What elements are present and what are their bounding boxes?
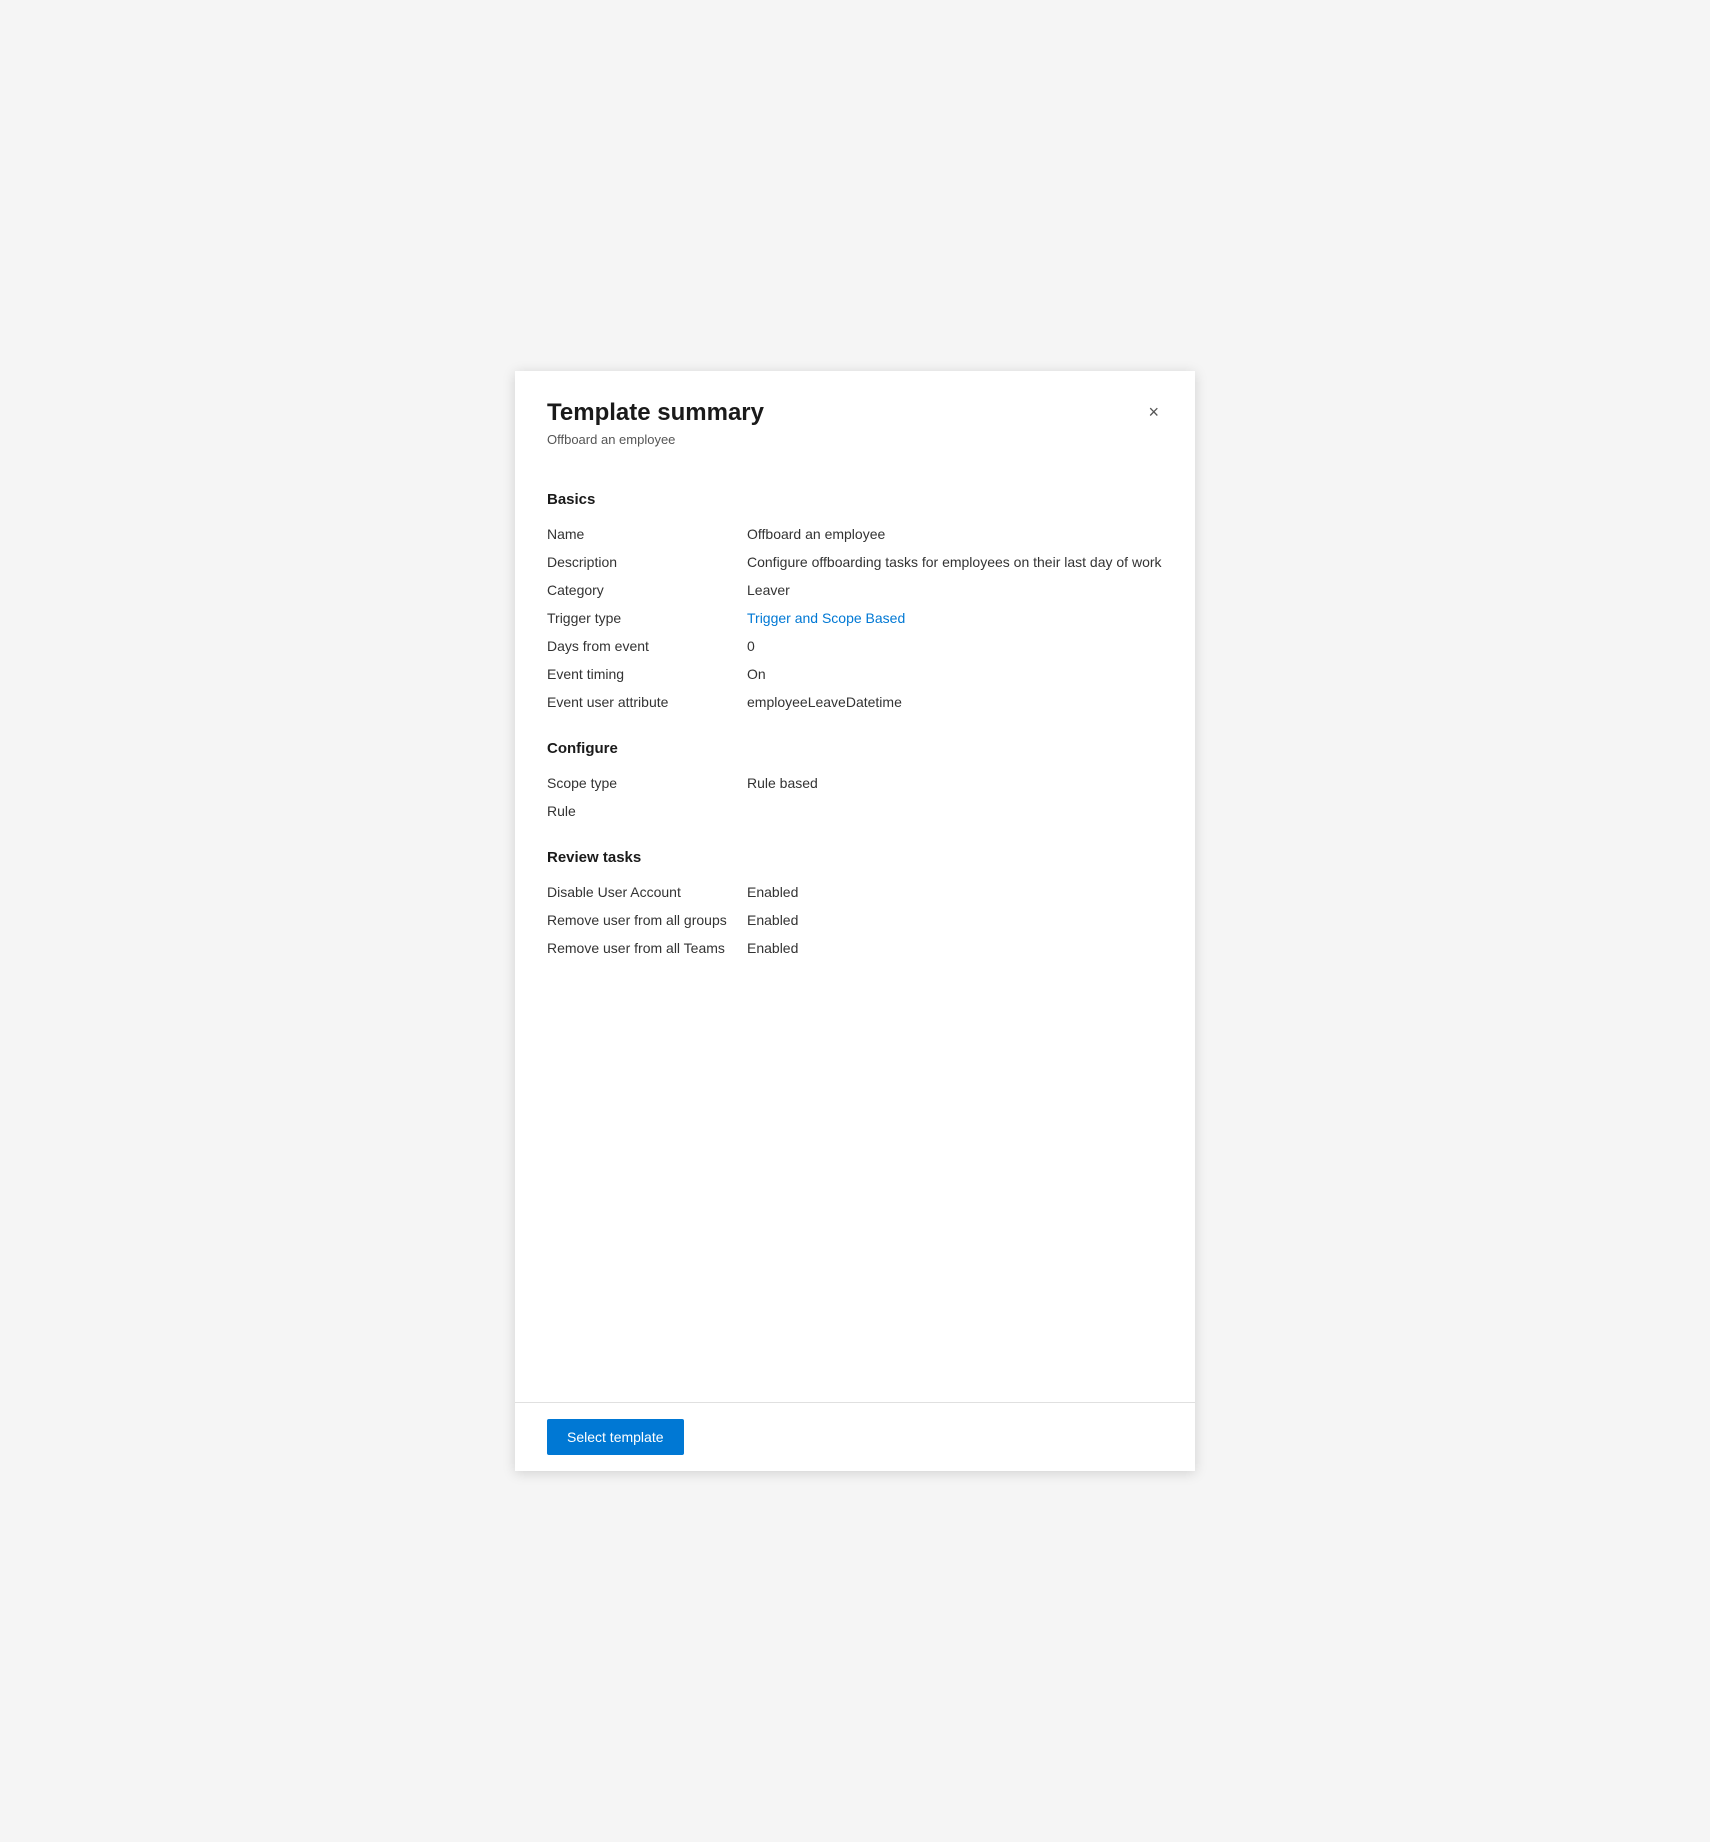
field-value-disable-user-account: Enabled — [747, 884, 1163, 900]
field-description: Description Configure offboarding tasks … — [547, 548, 1163, 576]
template-summary-panel: Template summary Offboard an employee × … — [515, 371, 1195, 1471]
field-label-days-from-event: Days from event — [547, 638, 747, 654]
field-label-scope-type: Scope type — [547, 775, 747, 791]
field-label-disable-user-account: Disable User Account — [547, 884, 747, 900]
field-value-event-timing: On — [747, 666, 1163, 682]
field-value-remove-from-teams: Enabled — [747, 940, 1163, 956]
field-days-from-event: Days from event 0 — [547, 632, 1163, 660]
field-scope-type: Scope type Rule based — [547, 769, 1163, 797]
field-disable-user-account: Disable User Account Enabled — [547, 878, 1163, 906]
field-value-scope-type: Rule based — [747, 775, 1163, 791]
field-value-remove-from-groups: Enabled — [747, 912, 1163, 928]
panel-header: Template summary Offboard an employee × — [515, 371, 1195, 463]
basics-heading: Basics — [547, 491, 1163, 508]
configure-heading: Configure — [547, 740, 1163, 757]
panel-content: Basics Name Offboard an employee Descrip… — [515, 463, 1195, 1402]
review-tasks-section: Review tasks Disable User Account Enable… — [547, 849, 1163, 962]
field-category: Category Leaver — [547, 576, 1163, 604]
field-label-event-user-attribute: Event user attribute — [547, 694, 747, 710]
field-label-rule: Rule — [547, 803, 747, 819]
panel-title: Template summary — [547, 399, 764, 428]
close-button[interactable]: × — [1144, 399, 1163, 425]
field-value-description: Configure offboarding tasks for employee… — [747, 554, 1163, 570]
field-event-user-attribute: Event user attribute employeeLeaveDateti… — [547, 688, 1163, 716]
select-template-button[interactable]: Select template — [547, 1419, 684, 1455]
field-label-category: Category — [547, 582, 747, 598]
field-value-event-user-attribute: employeeLeaveDatetime — [747, 694, 1163, 710]
field-value-name: Offboard an employee — [747, 526, 1163, 542]
field-value-days-from-event: 0 — [747, 638, 1163, 654]
panel-footer: Select template — [515, 1402, 1195, 1471]
field-trigger-type: Trigger type Trigger and Scope Based — [547, 604, 1163, 632]
panel-subtitle: Offboard an employee — [547, 432, 764, 447]
review-tasks-heading: Review tasks — [547, 849, 1163, 866]
basics-section: Basics Name Offboard an employee Descrip… — [547, 491, 1163, 716]
field-remove-from-teams: Remove user from all Teams Enabled — [547, 934, 1163, 962]
field-label-name: Name — [547, 526, 747, 542]
field-rule: Rule — [547, 797, 1163, 825]
configure-section: Configure Scope type Rule based Rule — [547, 740, 1163, 825]
panel-title-group: Template summary Offboard an employee — [547, 399, 764, 447]
field-event-timing: Event timing On — [547, 660, 1163, 688]
field-name: Name Offboard an employee — [547, 520, 1163, 548]
field-remove-from-groups: Remove user from all groups Enabled — [547, 906, 1163, 934]
field-label-trigger-type: Trigger type — [547, 610, 747, 626]
field-value-trigger-type: Trigger and Scope Based — [747, 610, 1163, 626]
field-label-event-timing: Event timing — [547, 666, 747, 682]
field-label-remove-from-teams: Remove user from all Teams — [547, 940, 747, 956]
field-value-category: Leaver — [747, 582, 1163, 598]
field-label-description: Description — [547, 554, 747, 570]
field-label-remove-from-groups: Remove user from all groups — [547, 912, 747, 928]
